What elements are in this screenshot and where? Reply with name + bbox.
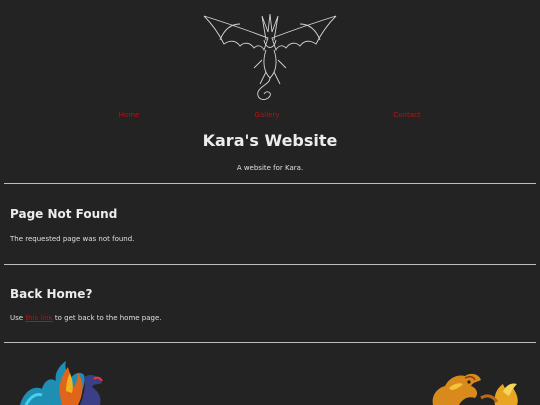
site-tagline: A website for Kara.	[236, 164, 304, 172]
divider	[4, 264, 536, 265]
home-link[interactable]: this link	[25, 314, 52, 322]
section-heading-not-found: Page Not Found	[10, 207, 118, 221]
winged-dragon-logo-icon[interactable]	[200, 10, 340, 102]
divider	[4, 183, 536, 184]
nav-link-home[interactable]: Home	[119, 111, 140, 119]
site-title: Kara's Website	[202, 131, 338, 150]
section-text-not-found: The requested page was not found.	[10, 235, 135, 243]
main-nav: Home Gallery Contact	[0, 111, 540, 121]
golden-dragon-icon	[432, 373, 518, 405]
section-text-back-home: Use this link to get back to the home pa…	[10, 314, 162, 322]
fire-ice-dragon-icon	[20, 361, 103, 405]
nav-link-contact[interactable]: Contact	[393, 111, 420, 119]
text-before-link: Use	[10, 314, 26, 322]
section-heading-back-home: Back Home?	[10, 287, 93, 301]
nav-link-gallery[interactable]: Gallery	[255, 111, 280, 119]
divider	[4, 342, 536, 343]
text-after-link: to get back to the home page.	[52, 314, 162, 322]
